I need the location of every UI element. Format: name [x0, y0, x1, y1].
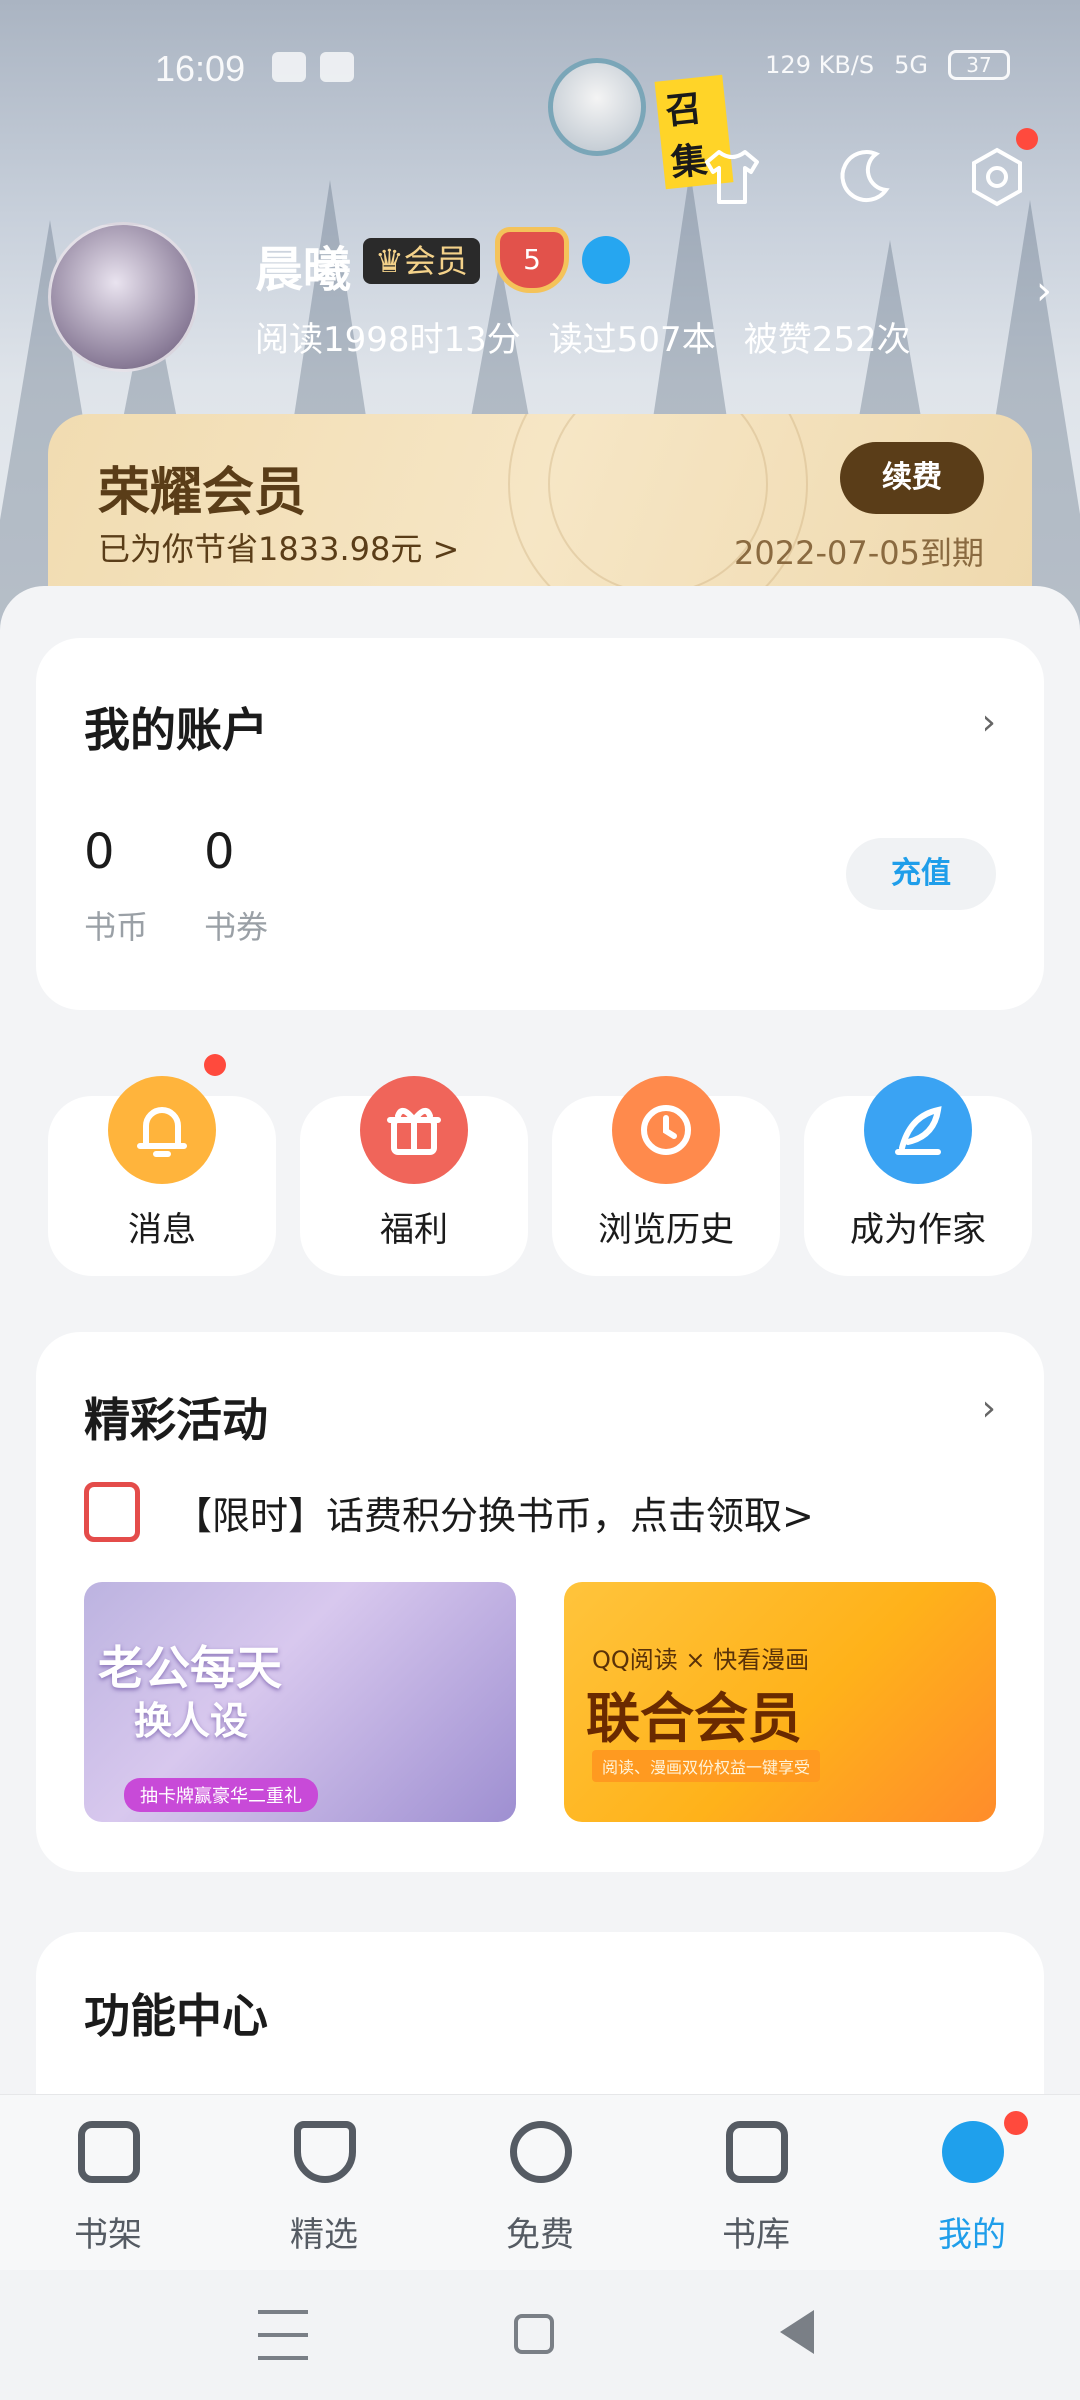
status-time: 16:09: [155, 48, 246, 89]
tab-featured[interactable]: 精选: [216, 2095, 432, 2271]
tab-label: 书库: [722, 2215, 790, 2255]
envelope-icon: [84, 1482, 140, 1542]
main-panel: 我的账户 › 0 书币 0 书券 充值 消息 福利 浏览历史 成为作家 精彩活动…: [0, 586, 1080, 2096]
avatar[interactable]: [48, 222, 198, 372]
bookshelf-icon: [78, 2121, 140, 2183]
vip-expiry: 2022-07-05到期: [734, 534, 984, 572]
library-icon: [726, 2121, 788, 2183]
banner-a-title: 老公每天: [98, 1641, 282, 1695]
tab-label: 书架: [74, 2215, 142, 2255]
quick-action-history[interactable]: 浏览历史: [552, 1076, 780, 1276]
settings-notification-dot: [1016, 128, 1038, 150]
banner-a-subtitle: 抽卡牌赢豪华二重礼: [124, 1778, 318, 1812]
tab-free[interactable]: 免费: [432, 2095, 648, 2271]
gift-icon: [360, 1076, 468, 1184]
banner-b-title: 联合会员: [586, 1687, 802, 1750]
vip-tag-label: 会员: [403, 242, 468, 280]
banner-joint-membership[interactable]: QQ阅读 × 快看漫画 联合会员 阅读、漫画双份权益一键享受: [564, 1582, 996, 1822]
clock-icon: [612, 1076, 720, 1184]
banner-b-subtitle: 阅读、漫画双份权益一键享受: [592, 1750, 821, 1782]
tab-label: 我的: [938, 2215, 1006, 2255]
status-bar: 16:09 129 KB/S 5G 37: [0, 40, 1080, 100]
qq-icon[interactable]: [582, 236, 630, 284]
events-chevron-icon[interactable]: ›: [982, 1388, 996, 1429]
menu-icon[interactable]: [258, 2310, 308, 2360]
tab-label: 精选: [290, 2215, 358, 2255]
tab-profile[interactable]: 我的: [864, 2095, 1080, 2271]
quick-actions: 消息 福利 浏览历史 成为作家: [48, 1054, 1032, 1276]
function-center-card: 功能中心: [36, 1932, 1044, 2096]
profile-notification-dot: [1004, 2111, 1028, 2135]
vouchers-value: 0: [204, 824, 235, 880]
account-chevron-icon[interactable]: ›: [982, 702, 996, 743]
recharge-button[interactable]: 充值: [846, 838, 996, 910]
events-card: 精彩活动 › 【限时】话费积分换书币，点击领取> 老公每天 换人设 抽卡牌赢豪华…: [36, 1332, 1044, 1872]
network-type: 5G: [894, 51, 928, 79]
battery-level: 37: [966, 53, 992, 77]
moon-icon[interactable]: [828, 146, 898, 216]
quick-action-messages[interactable]: 消息: [48, 1054, 276, 1276]
settings-icon[interactable]: [962, 146, 1032, 216]
tab-label: 免费: [506, 2215, 574, 2255]
quick-action-label: 福利: [380, 1210, 448, 1250]
function-center-title: 功能中心: [84, 1989, 268, 2043]
coins-value: 0: [84, 824, 115, 880]
battery-icon: 37: [948, 50, 1010, 80]
bell-icon: [108, 1076, 216, 1184]
banner-b-top: QQ阅读 × 快看漫画: [592, 1646, 810, 1674]
system-nav-bar: [0, 2270, 1080, 2400]
banner-husband-persona[interactable]: 老公每天 换人设 抽卡牌赢豪华二重礼: [84, 1582, 516, 1822]
summon-avatar: [548, 58, 646, 156]
vip-title: 荣耀会员: [98, 463, 307, 523]
account-title: 我的账户: [84, 703, 268, 757]
vip-card[interactable]: 荣耀会员 已为你节省1833.98元 > 续费 2022-07-05到期: [48, 414, 1032, 594]
status-system-icons: 129 KB/S 5G 37: [765, 50, 1010, 80]
crown-icon: ♛: [375, 242, 404, 280]
likes-stat: 被赞252次: [743, 320, 911, 360]
vouchers-label: 书券: [204, 908, 269, 946]
quick-action-label: 浏览历史: [598, 1210, 734, 1250]
vip-tag[interactable]: ♛会员: [363, 238, 480, 284]
reading-stats[interactable]: 阅读1998时13分 读过507本 被赞252次: [255, 312, 911, 361]
feather-icon: [864, 1076, 972, 1184]
quick-action-welfare[interactable]: 福利: [300, 1076, 528, 1276]
quick-action-label: 成为作家: [850, 1210, 986, 1250]
renew-button[interactable]: 续费: [840, 442, 984, 514]
wechat-icon: [272, 52, 306, 82]
promo-text: 【限时】话费积分换书币，点击领取>: [174, 1493, 814, 1538]
video-app-icon: [320, 52, 354, 82]
events-title: 精彩活动: [84, 1393, 268, 1447]
coins-label: 书币: [84, 908, 149, 946]
status-notification-icons: [272, 52, 354, 82]
reading-time-stat: 阅读1998时13分: [255, 320, 521, 360]
quick-action-become-writer[interactable]: 成为作家: [804, 1076, 1032, 1276]
featured-icon: [294, 2121, 356, 2183]
back-icon[interactable]: [780, 2310, 814, 2354]
promo-link[interactable]: 【限时】话费积分换书币，点击领取>: [84, 1482, 814, 1542]
level-badge[interactable]: 5: [500, 232, 564, 288]
tab-library[interactable]: 书库: [648, 2095, 864, 2271]
shirt-icon[interactable]: [697, 146, 767, 216]
messages-notification-dot: [204, 1054, 226, 1076]
tab-bookshelf[interactable]: 书架: [0, 2095, 216, 2271]
banner-a-title-2: 换人设: [134, 1698, 249, 1743]
books-read-stat: 读过507本: [548, 320, 716, 360]
username[interactable]: 晨曦: [255, 230, 351, 300]
quick-action-label: 消息: [128, 1210, 196, 1250]
account-card[interactable]: 我的账户 › 0 书币 0 书券 充值: [36, 638, 1044, 1010]
network-speed: 129 KB/S: [765, 51, 875, 79]
bottom-tab-bar: 书架 精选 免费 书库 我的: [0, 2094, 1080, 2270]
free-icon: [510, 2121, 572, 2183]
home-icon[interactable]: [514, 2314, 554, 2354]
profile-icon: [942, 2121, 1004, 2183]
vip-savings-link[interactable]: 已为你节省1833.98元 >: [98, 524, 459, 570]
profile-chevron-icon[interactable]: ›: [1036, 268, 1052, 314]
